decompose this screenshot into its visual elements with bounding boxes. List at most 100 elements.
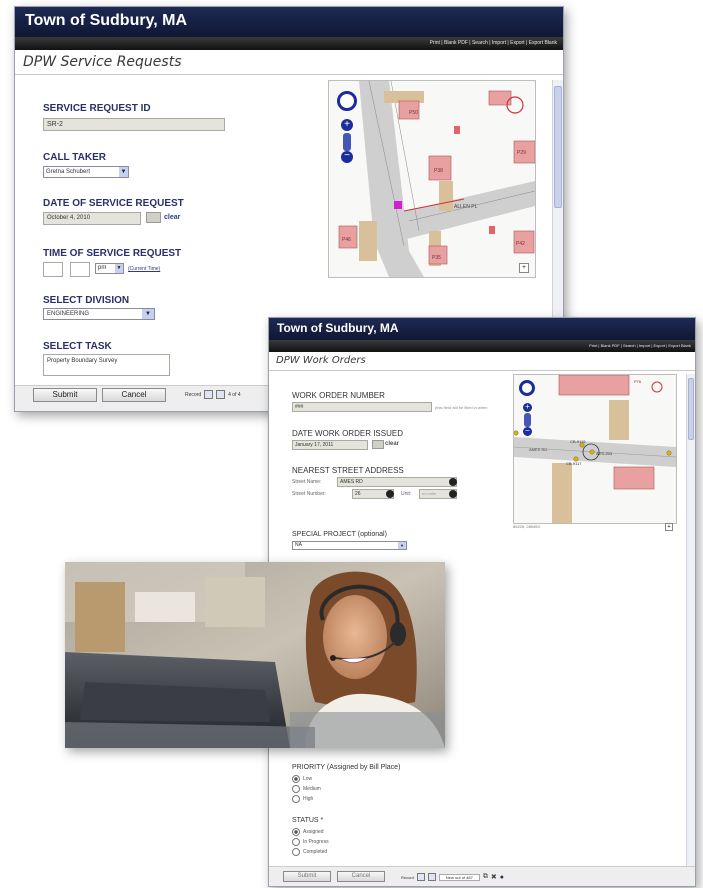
zoom-in-icon[interactable]: + [523, 403, 532, 412]
record-count: 4 of 4 [228, 391, 241, 398]
toolbar-links[interactable]: Print | Blank PDF | Search | Import | Ex… [430, 40, 557, 46]
map-graphic[interactable]: P76 CB-9115 CB-9117 AES-253 AMES RD [514, 375, 676, 523]
division-value: ENGINEERING [47, 311, 90, 317]
map-graphic[interactable]: P50 P38 P46 P35 P42 P29 ALLEN PL [329, 81, 535, 277]
special-project-label: SPECIAL PROJECT (optional) [292, 531, 387, 538]
clear-date-link[interactable]: clear [385, 441, 399, 447]
special-project-select[interactable]: NA ▼ [292, 541, 407, 550]
date-issued-field[interactable]: January 17, 2011 [292, 440, 368, 450]
task-label: SELECT TASK [43, 341, 112, 352]
page-header: DPW Service Requests [15, 50, 563, 75]
street-number-dropdown-icon[interactable] [386, 490, 394, 498]
cancel-button[interactable]: Cancel [102, 388, 166, 402]
status-option[interactable]: Assigned [292, 828, 324, 836]
status-option[interactable]: Completed [292, 848, 327, 856]
title-bar: Town of Sudbury, MA [269, 318, 695, 340]
map-label: CB-9117 [566, 461, 582, 466]
chevron-down-icon[interactable]: ▼ [115, 264, 123, 273]
street-name-dropdown-icon[interactable] [449, 478, 457, 486]
pan-control-icon[interactable] [519, 380, 535, 396]
calendar-icon[interactable] [372, 440, 384, 449]
priority-option[interactable]: High [292, 795, 313, 803]
chevron-down-icon[interactable]: ▼ [398, 542, 406, 549]
zoom-out-icon[interactable]: − [523, 427, 532, 436]
page-scrollbar[interactable] [686, 374, 695, 866]
call-taker-label: CALL TAKER [43, 152, 106, 163]
street-name-field[interactable]: AMES RD [337, 477, 457, 487]
zoom-in-icon[interactable]: + [341, 119, 353, 131]
scrollbar-thumb[interactable] [554, 86, 562, 208]
toolbar[interactable]: Print | Blank PDF | Search | Import | Ex… [15, 37, 563, 50]
map-label: P46 [342, 237, 351, 243]
expand-map-icon[interactable]: + [519, 263, 529, 273]
time-label: TIME OF SERVICE REQUEST [43, 248, 182, 259]
next-record-button[interactable] [427, 873, 436, 881]
toolbar-links[interactable]: Print | Blank PDF | Search | Import | Ex… [589, 343, 691, 348]
division-label: SELECT DIVISION [43, 295, 130, 306]
call-taker-value: Gretna Schubert [46, 169, 91, 175]
map-label: P76 [634, 379, 642, 384]
submit-button[interactable]: Submit [283, 871, 331, 882]
hour-field[interactable] [43, 262, 63, 277]
prev-record-button[interactable] [204, 390, 214, 399]
call-taker-select[interactable]: Gretna Schubert ▼ [43, 166, 129, 178]
chevron-down-icon[interactable]: ▼ [119, 167, 128, 177]
expand-map-icon[interactable]: + [665, 523, 673, 531]
scrollbar-thumb[interactable] [688, 378, 694, 440]
status-option-label: Assigned [303, 829, 324, 835]
ampm-select[interactable]: pm ▼ [95, 263, 124, 274]
submit-button[interactable]: Submit [33, 388, 97, 402]
toolbar[interactable]: Print | Blank PDF | Search | Import | Ex… [269, 340, 695, 352]
map-label: CB-9115 [570, 439, 586, 444]
service-request-id-field[interactable]: SR-2 [43, 118, 225, 131]
radio-icon[interactable] [292, 828, 300, 836]
cancel-button[interactable]: Cancel [337, 871, 385, 882]
page-header: DPW Work Orders [269, 352, 695, 371]
zoom-slider[interactable] [524, 413, 531, 427]
copy-icon[interactable]: ⧉ [483, 873, 488, 881]
calendar-icon[interactable] [146, 212, 161, 223]
operator-photo-graphic [65, 562, 445, 748]
pan-control-icon[interactable] [337, 91, 357, 111]
ampm-value: pm [98, 265, 107, 271]
street-name-label: Street Name: [292, 479, 322, 485]
priority-option-label: Medium [303, 786, 321, 792]
status-option-label: In Progress [303, 839, 329, 845]
map-view[interactable]: P76 CB-9115 CB-9117 AES-253 AMES RD + − [513, 374, 677, 524]
date-label: DATE OF SERVICE REQUEST [43, 198, 184, 209]
street-name-value: AMES RD [340, 479, 363, 485]
prev-record-button[interactable] [416, 873, 425, 881]
priority-option-label: Low [303, 776, 313, 782]
chevron-down-icon[interactable]: ▼ [142, 309, 154, 319]
delete-icon[interactable]: ✖ [491, 873, 497, 881]
zoom-out-icon[interactable]: − [341, 151, 353, 163]
minute-field[interactable] [70, 262, 90, 277]
date-field[interactable]: October 4, 2010 [43, 212, 141, 225]
radio-icon[interactable] [292, 795, 300, 803]
radio-icon[interactable] [292, 775, 300, 783]
map-label: P38 [434, 168, 443, 174]
page-title: DPW Work Orders [276, 355, 366, 366]
task-listbox[interactable]: Property Boundary Survey [43, 354, 170, 376]
zoom-slider[interactable] [343, 133, 351, 151]
settings-icon[interactable]: ● [500, 874, 504, 881]
street-number-value: 26 [355, 491, 361, 497]
radio-icon[interactable] [292, 848, 300, 856]
priority-option[interactable]: Low [292, 775, 312, 783]
map-view[interactable]: P50 P38 P46 P35 P42 P29 ALLEN PL + − + [328, 80, 536, 278]
special-project-value: NA [295, 542, 302, 548]
radio-icon[interactable] [292, 785, 300, 793]
radio-icon[interactable] [292, 838, 300, 846]
app-title: Town of Sudbury, MA [25, 12, 188, 29]
unit-label: Unit: [401, 491, 412, 497]
date-issued-label: DATE WORK ORDER ISSUED [292, 429, 403, 438]
unit-dropdown-icon[interactable] [449, 490, 457, 498]
next-record-button[interactable] [216, 390, 226, 399]
map-label: AES-253 [596, 451, 613, 456]
priority-option[interactable]: Medium [292, 785, 321, 793]
clear-date-link[interactable]: clear [164, 214, 180, 221]
street-number-label: Street Number: [292, 491, 326, 497]
division-select[interactable]: ENGINEERING ▼ [43, 308, 155, 320]
current-time-link[interactable]: (Current Time) [128, 266, 160, 272]
status-option[interactable]: In Progress [292, 838, 329, 846]
